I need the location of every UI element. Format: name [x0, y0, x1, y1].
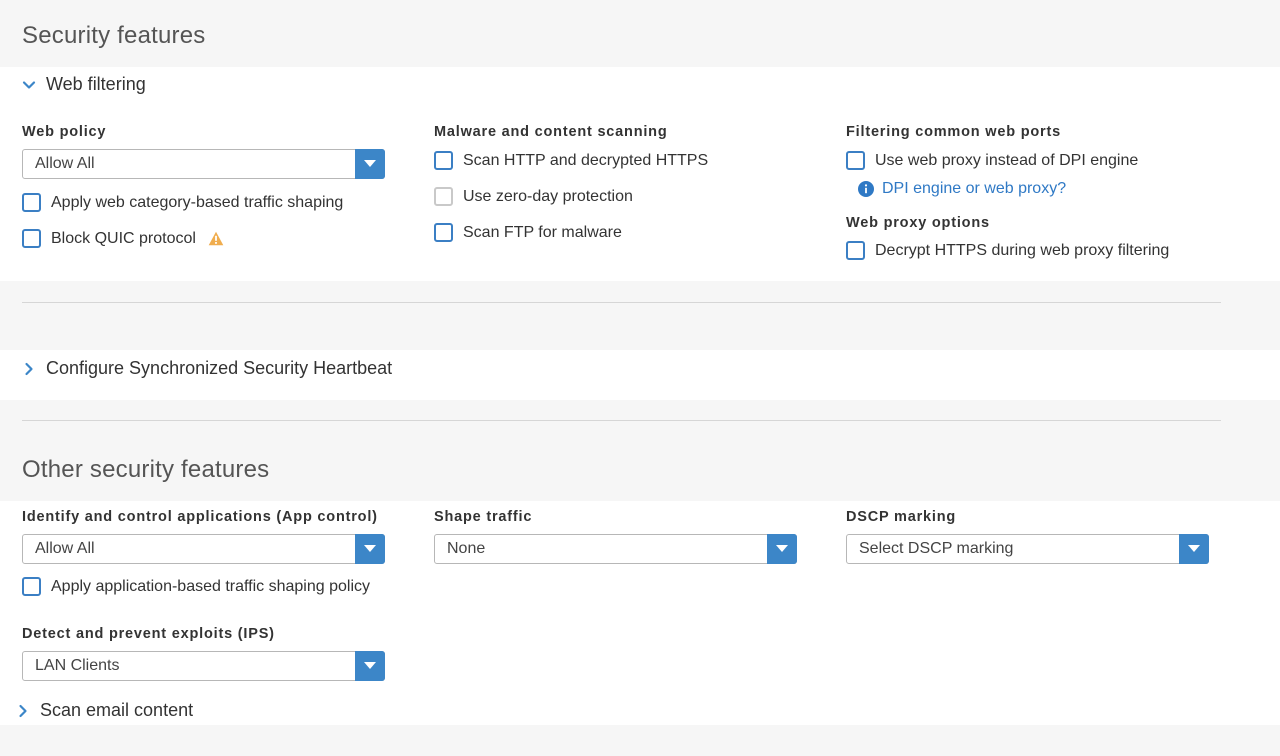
caret-down-icon[interactable] [355, 533, 385, 564]
section-spacer-band [0, 281, 1280, 350]
warning-icon [208, 231, 224, 246]
web-filtering-label: Web filtering [46, 74, 146, 94]
block-quic-label: Block QUIC protocol [51, 229, 196, 247]
use-web-proxy-label: Use web proxy instead of DPI engine [875, 151, 1139, 169]
web-filtering-toggle[interactable]: Web filtering [22, 74, 146, 95]
dpi-help[interactable]: DPI engine or web proxy? [858, 180, 1066, 198]
decrypt-https-checkbox[interactable]: Decrypt HTTPS during web proxy filtering [846, 241, 1169, 260]
caret-down-icon[interactable] [355, 148, 385, 179]
dpi-help-link[interactable]: DPI engine or web proxy? [882, 180, 1066, 198]
web-policy-label: Web policy [22, 124, 107, 140]
checkbox-box[interactable] [22, 229, 41, 248]
zero-day-label: Use zero-day protection [463, 187, 633, 205]
app-control-value: Allow All [35, 540, 95, 557]
shape-traffic-label: Shape traffic [434, 509, 533, 525]
shape-traffic-value: None [447, 540, 486, 557]
scan-ftp-label: Scan FTP for malware [463, 223, 622, 241]
checkbox-box[interactable] [434, 223, 453, 242]
checkbox-box[interactable] [846, 241, 865, 260]
checkbox-box[interactable] [434, 187, 453, 206]
checkbox-box[interactable] [434, 151, 453, 170]
info-icon [858, 181, 874, 197]
proxy-options-label: Web proxy options [846, 215, 990, 231]
dscp-select[interactable]: Select DSCP marking [846, 533, 1209, 564]
scan-http-checkbox[interactable]: Scan HTTP and decrypted HTTPS [434, 151, 708, 170]
scan-http-label: Scan HTTP and decrypted HTTPS [463, 151, 709, 169]
chevron-right-icon [22, 362, 36, 376]
checkbox-box[interactable] [22, 193, 41, 212]
apply-web-traffic-shaping-label: Apply web category-based traffic shaping [51, 193, 344, 211]
filtering-ports-label: Filtering common web ports [846, 124, 1061, 140]
heartbeat-toggle[interactable]: Configure Synchronized Security Heartbea… [22, 358, 392, 379]
ips-label: Detect and prevent exploits (IPS) [22, 626, 275, 642]
block-quic-checkbox[interactable]: Block QUIC protocol [22, 229, 224, 248]
apply-web-traffic-shaping-checkbox[interactable]: Apply web category-based traffic shaping [22, 193, 343, 212]
divider [22, 420, 1221, 421]
app-control-select[interactable]: Allow All [22, 533, 385, 564]
other-header-band [0, 400, 1280, 501]
zero-day-checkbox[interactable]: Use zero-day protection [434, 187, 633, 206]
caret-down-icon[interactable] [1179, 533, 1209, 564]
apply-app-shaping-label: Apply application-based traffic shaping … [51, 577, 371, 595]
web-policy-value: Allow All [35, 155, 95, 172]
ips-select[interactable]: LAN Clients [22, 650, 385, 681]
footer-band [0, 725, 1280, 756]
other-features-title: Other security features [22, 456, 270, 483]
malware-scanning-label: Malware and content scanning [434, 124, 668, 140]
dscp-label: DSCP marking [846, 509, 957, 525]
chevron-right-icon [16, 704, 30, 718]
ips-value: LAN Clients [35, 657, 120, 674]
dscp-value: Select DSCP marking [859, 540, 1014, 557]
scan-email-toggle[interactable]: Scan email content [16, 700, 193, 721]
shape-traffic-select[interactable]: None [434, 533, 797, 564]
divider [22, 302, 1221, 303]
web-policy-select[interactable]: Allow All [22, 148, 385, 179]
scan-ftp-checkbox[interactable]: Scan FTP for malware [434, 223, 622, 242]
caret-down-icon[interactable] [767, 533, 797, 564]
scan-email-label: Scan email content [40, 700, 194, 720]
checkbox-box[interactable] [846, 151, 865, 170]
use-web-proxy-checkbox[interactable]: Use web proxy instead of DPI engine [846, 151, 1138, 170]
caret-down-icon[interactable] [355, 650, 385, 681]
security-features-title: Security features [22, 22, 206, 49]
decrypt-https-label: Decrypt HTTPS during web proxy filtering [875, 241, 1170, 259]
checkbox-box[interactable] [22, 577, 41, 596]
chevron-down-icon [22, 78, 36, 92]
app-control-label: Identify and control applications (App c… [22, 509, 378, 525]
heartbeat-label: Configure Synchronized Security Heartbea… [46, 358, 393, 378]
apply-app-shaping-checkbox[interactable]: Apply application-based traffic shaping … [22, 577, 370, 596]
